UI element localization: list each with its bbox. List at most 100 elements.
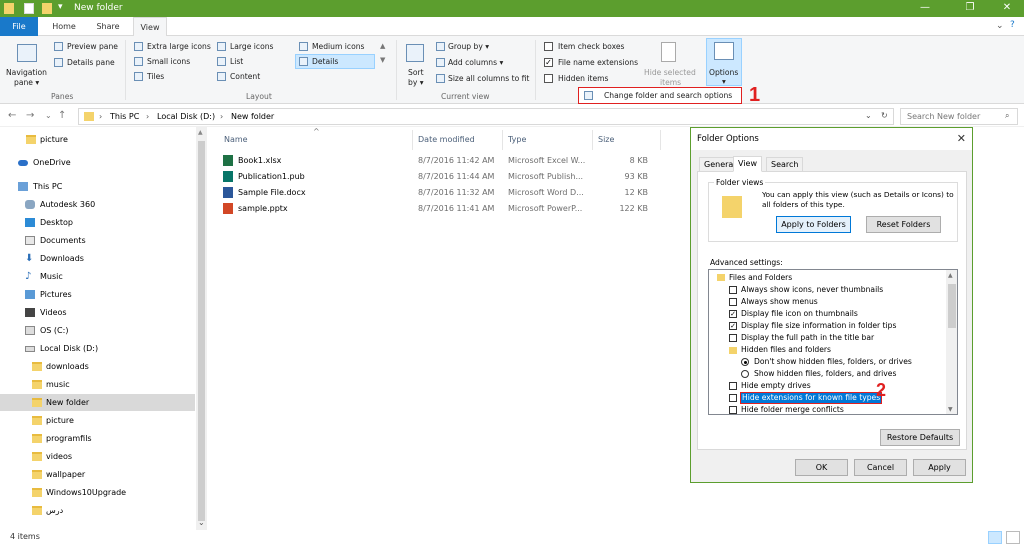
quick-access-dropdown-icon[interactable]: ▾ (58, 2, 63, 12)
sort-by-dropdown[interactable]: by ▾ (408, 78, 424, 87)
breadcrumb-this-pc[interactable]: This PC (110, 112, 139, 121)
search-input[interactable]: Search New folder ⌕ (900, 108, 1018, 125)
add-columns-button[interactable]: Add columns ▾ (448, 58, 503, 67)
list-button[interactable]: List (230, 57, 243, 66)
nav-item-programfils[interactable]: programfils (0, 430, 195, 447)
advanced-settings-tree[interactable]: Files and Folders Always show icons, nev… (708, 269, 958, 415)
file-row[interactable]: Publication1.pub 8/7/2016 11:44 AM Micro… (220, 169, 660, 185)
content-button[interactable]: Content (230, 72, 260, 81)
address-box[interactable]: › This PC › Local Disk (D:) › New folder… (78, 108, 894, 125)
close-icon[interactable]: ✕ (957, 128, 966, 150)
always-show-menus-checkbox[interactable] (729, 298, 737, 306)
column-divider[interactable] (502, 130, 503, 150)
hidden-items-checkbox[interactable] (544, 74, 553, 83)
nav-item-os-c[interactable]: OS (C:) (0, 322, 195, 339)
hide-empty-drives-checkbox[interactable] (729, 382, 737, 390)
nav-item-autodesk[interactable]: Autodesk 360 (0, 196, 195, 213)
minimize-icon[interactable]: — (910, 0, 940, 17)
display-full-path-checkbox[interactable] (729, 334, 737, 342)
tiles-button[interactable]: Tiles (147, 72, 164, 81)
tab-view[interactable]: View (733, 156, 762, 172)
new-folder-icon[interactable] (42, 3, 52, 14)
column-header-date[interactable]: Date modified (418, 135, 475, 144)
column-header-type[interactable]: Type (508, 135, 526, 144)
nav-item-downloads[interactable]: ⬇ Downloads (0, 250, 195, 267)
restore-icon[interactable]: ❐ (955, 0, 985, 17)
expand-ribbon-icon[interactable]: ⌄ (996, 21, 1004, 31)
sort-by-button[interactable]: Sort (408, 68, 424, 77)
details-button[interactable]: Details (312, 57, 338, 66)
item-checkboxes-checkbox[interactable] (544, 42, 553, 51)
dont-show-hidden-radio[interactable] (741, 358, 749, 366)
nav-item-onedrive[interactable]: OneDrive (0, 154, 195, 171)
apply-button[interactable]: Apply (913, 459, 966, 476)
column-divider[interactable] (660, 130, 661, 150)
scroll-down-icon[interactable]: ▼ (948, 406, 953, 413)
properties-icon[interactable] (24, 3, 34, 14)
back-icon[interactable]: ← (8, 110, 16, 121)
nav-item-pictures[interactable]: Pictures (0, 286, 195, 303)
scroll-up-icon[interactable]: ▲ (948, 272, 953, 279)
navigation-pane-dropdown[interactable]: pane ▾ (14, 78, 39, 87)
nav-item-downloads-folder[interactable]: downloads (0, 358, 195, 375)
ok-button[interactable]: OK (795, 459, 848, 476)
group-by-button[interactable]: Group by ▾ (448, 42, 489, 51)
tab-view[interactable]: View (133, 17, 167, 37)
layout-scroll-down-icon[interactable]: ▼ (380, 56, 385, 64)
nav-item-local-disk-d[interactable]: Local Disk (D:) (0, 340, 195, 357)
nav-item-dars[interactable]: درس (0, 502, 195, 519)
help-icon[interactable]: ? (1010, 20, 1015, 30)
close-icon[interactable]: ✕ (992, 0, 1022, 17)
nav-scrollbar-thumb[interactable] (198, 141, 205, 521)
apply-to-folders-button[interactable]: Apply to Folders (776, 216, 851, 233)
nav-item-this-pc[interactable]: This PC (0, 178, 195, 195)
search-icon[interactable]: ⌕ (1005, 111, 1009, 121)
file-row[interactable]: sample.pptx 8/7/2016 11:41 AM Microsoft … (220, 201, 660, 217)
column-header-name[interactable]: Name (224, 135, 248, 144)
nav-item-videos-folder[interactable]: videos (0, 448, 195, 465)
nav-item-picture[interactable]: picture (0, 131, 195, 148)
nav-item-wallpaper[interactable]: wallpaper (0, 466, 195, 483)
breadcrumb-local-disk[interactable]: Local Disk (D:) (157, 112, 215, 121)
reset-folders-button[interactable]: Reset Folders (866, 216, 941, 233)
column-header-size[interactable]: Size (598, 135, 614, 144)
cancel-button[interactable]: Cancel (854, 459, 907, 476)
scroll-down-icon[interactable]: ⌄ (198, 518, 205, 527)
tree-scrollbar-thumb[interactable] (948, 284, 956, 328)
sort-by-icon[interactable] (406, 44, 424, 62)
refresh-icon[interactable]: ↻ (881, 111, 888, 120)
nav-item-windows10upgrade[interactable]: Windows10Upgrade (0, 484, 195, 501)
display-size-info-checkbox[interactable]: ✓ (729, 322, 737, 330)
size-all-columns-button[interactable]: Size all columns to fit (448, 74, 529, 83)
display-file-icon-checkbox[interactable]: ✓ (729, 310, 737, 318)
nav-item-music[interactable]: ♪ Music (0, 268, 195, 285)
nav-item-videos[interactable]: Videos (0, 304, 195, 321)
breadcrumb-new-folder[interactable]: New folder (231, 112, 274, 121)
column-divider[interactable] (592, 130, 593, 150)
nav-item-documents[interactable]: Documents (0, 232, 195, 249)
always-show-icons-checkbox[interactable] (729, 286, 737, 294)
hide-selected-button[interactable]: Hide selected (644, 68, 696, 77)
column-divider[interactable] (412, 130, 413, 150)
navigation-pane-icon[interactable] (17, 44, 37, 62)
details-pane-button[interactable]: Details pane (67, 58, 115, 67)
tab-search[interactable]: Search (766, 157, 804, 172)
navigation-pane-button[interactable]: Navigation (6, 68, 47, 77)
show-hidden-radio[interactable] (741, 370, 749, 378)
file-name-extensions-checkbox[interactable]: ✓ (544, 58, 553, 67)
large-icons-button[interactable]: Large icons (230, 42, 273, 51)
address-dropdown-icon[interactable]: ⌄ (865, 111, 872, 120)
file-row[interactable]: Book1.xlsx 8/7/2016 11:42 AM Microsoft E… (220, 153, 660, 169)
layout-scroll-up-icon[interactable]: ▲ (380, 42, 385, 50)
tree-hide-extensions[interactable]: Hide extensions for known file types (740, 392, 883, 404)
medium-icons-button[interactable]: Medium icons (312, 42, 364, 51)
nav-item-picture-folder[interactable]: picture (0, 412, 195, 429)
tab-home[interactable]: Home (44, 17, 84, 36)
nav-item-desktop[interactable]: Desktop (0, 214, 195, 231)
preview-pane-button[interactable]: Preview pane (67, 42, 118, 51)
large-icons-view-icon[interactable] (1006, 531, 1020, 544)
scroll-up-icon[interactable]: ▲ (198, 129, 203, 136)
hide-extensions-checkbox[interactable] (729, 394, 737, 402)
hide-merge-conflicts-checkbox[interactable] (729, 406, 737, 414)
up-icon[interactable]: ↑ (58, 110, 66, 121)
